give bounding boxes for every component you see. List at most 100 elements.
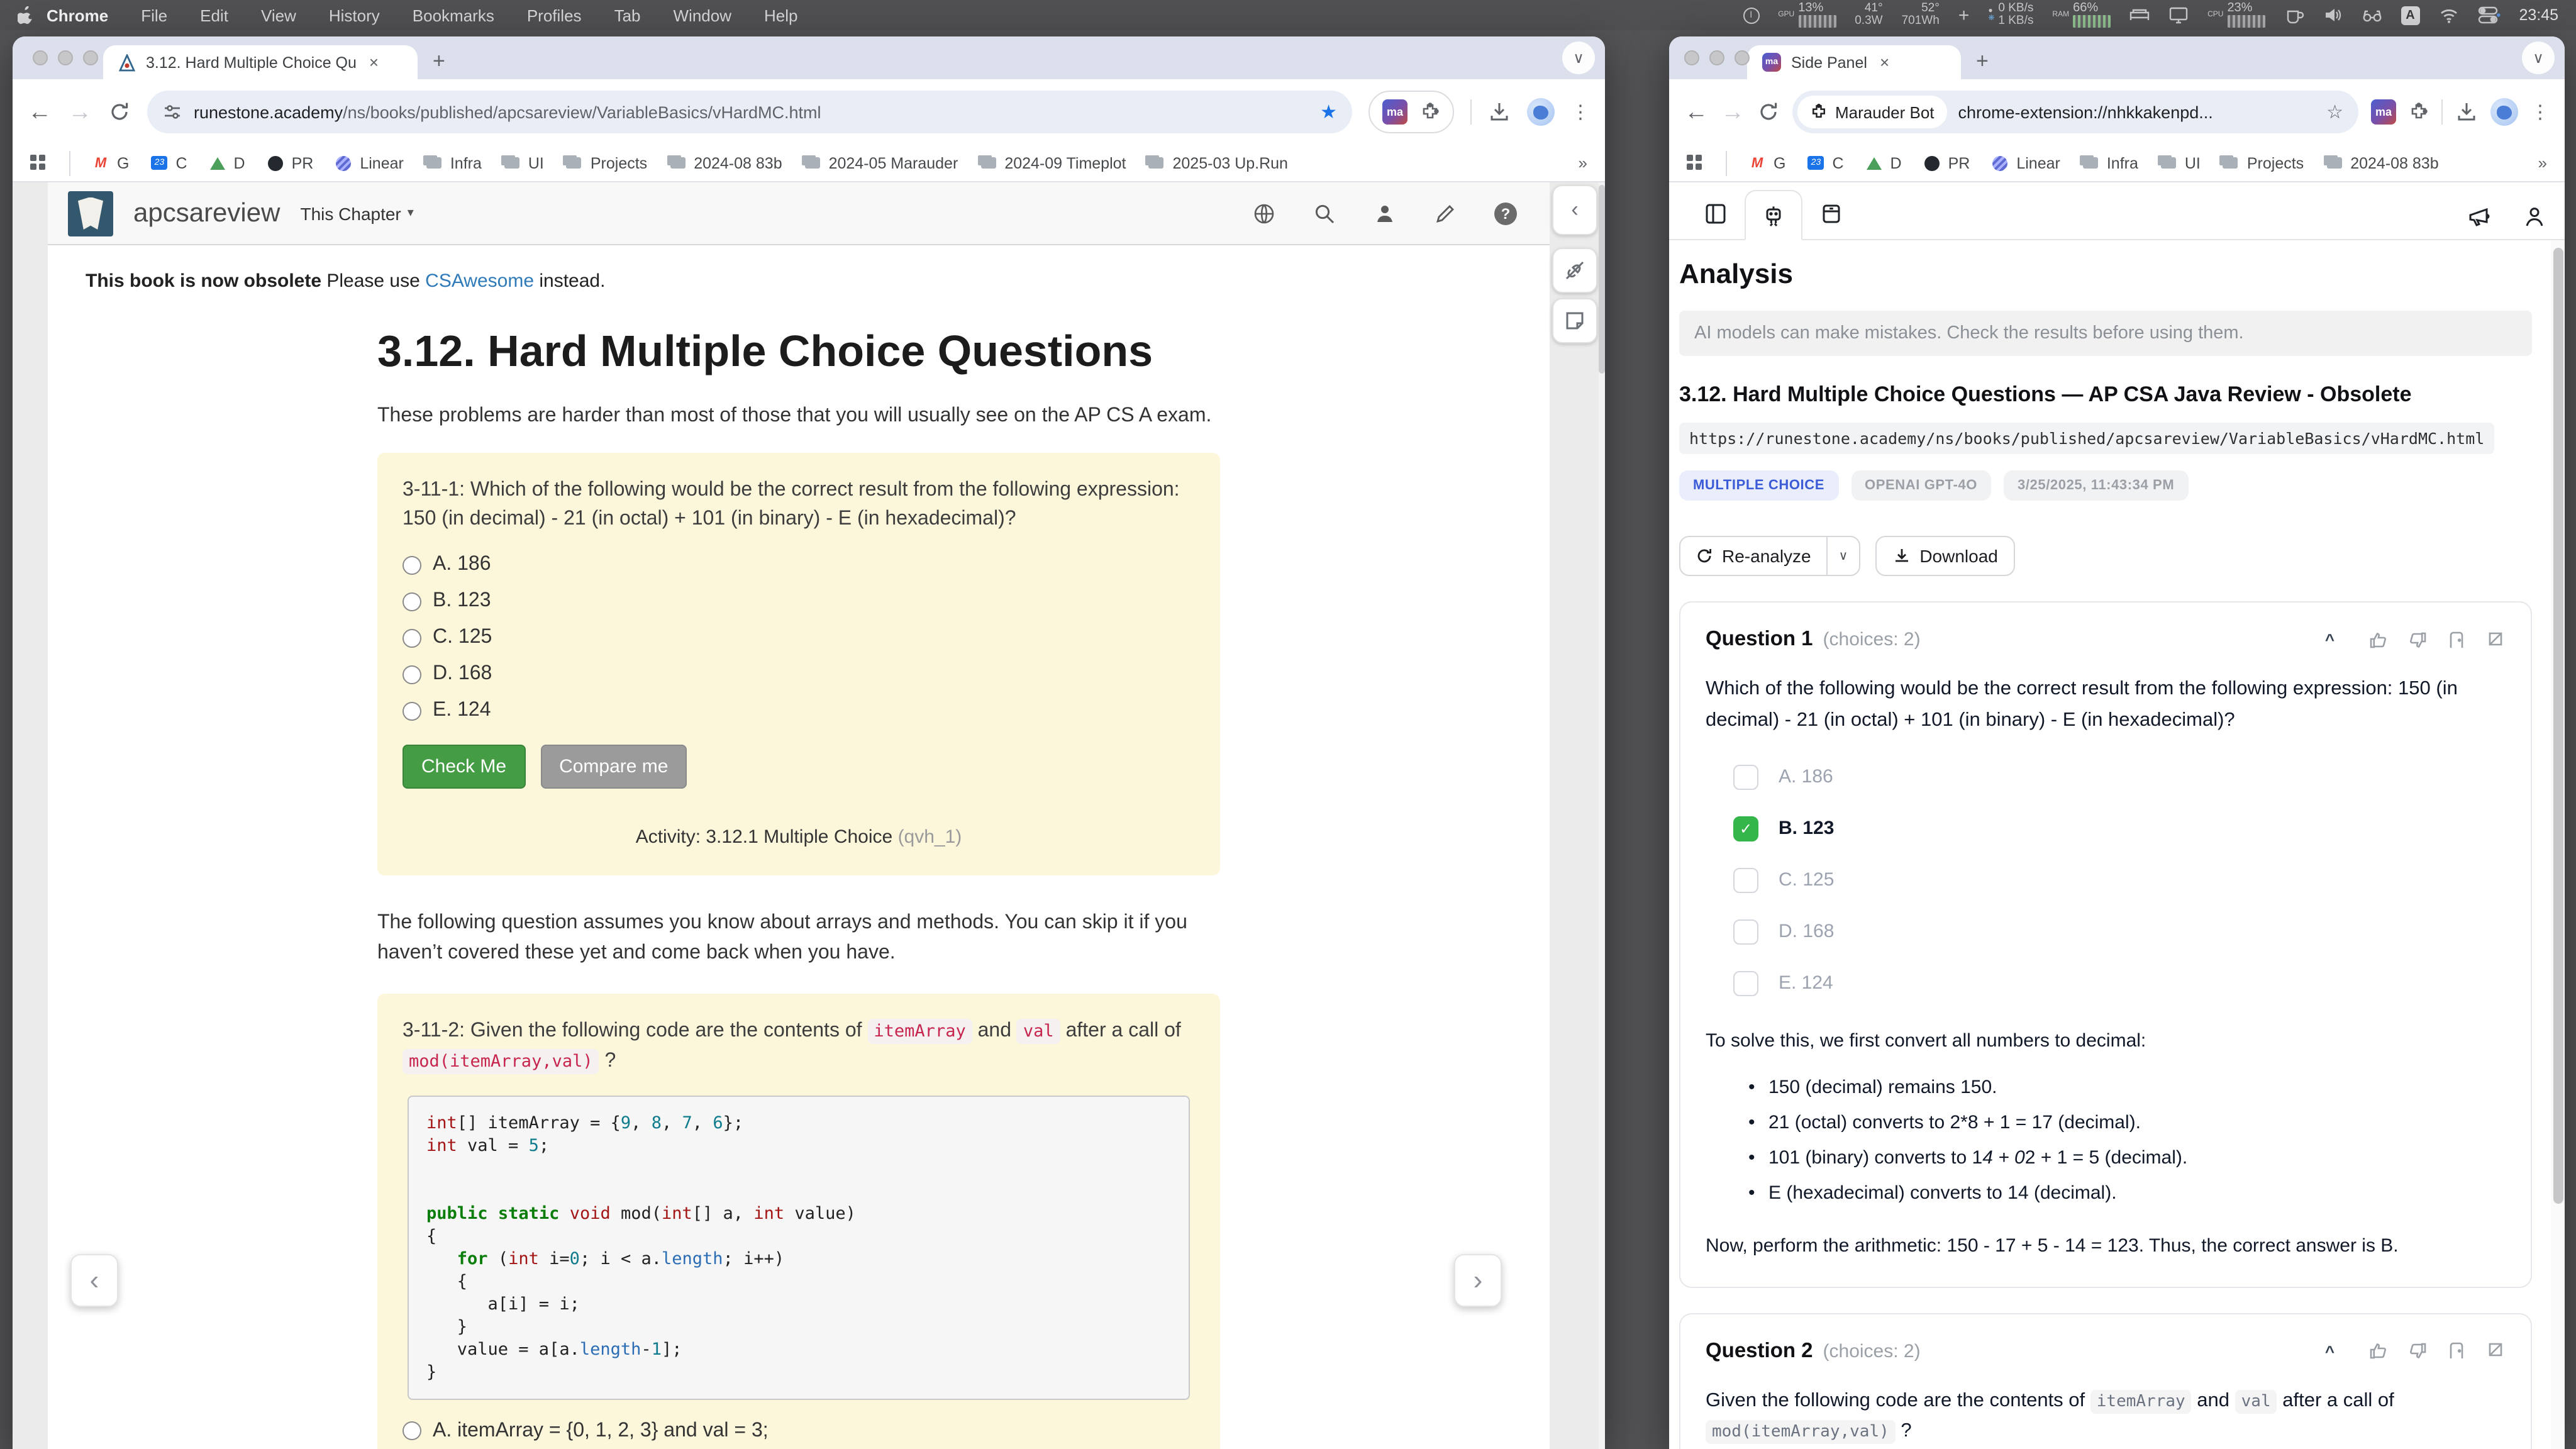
- back-button[interactable]: ←: [28, 100, 52, 124]
- choice-row[interactable]: C. 125: [1733, 867, 2506, 892]
- bookmark-item[interactable]: Projects: [2222, 154, 2304, 172]
- collapse-card-icon[interactable]: ^: [2325, 630, 2334, 649]
- bookmarks-overflow-icon[interactable]: »: [1579, 153, 1587, 172]
- csawesome-link[interactable]: CSAwesome: [425, 270, 534, 292]
- choice-checkbox[interactable]: ✓: [1733, 816, 1758, 841]
- door-icon[interactable]: [2446, 1341, 2467, 1361]
- back-button[interactable]: ←: [1684, 100, 1708, 124]
- bookmark-item[interactable]: PR: [267, 154, 314, 172]
- extensions-puzzle-icon[interactable]: [1420, 102, 1440, 122]
- bookmark-item[interactable]: D: [1865, 154, 1902, 172]
- bookmark-item[interactable]: PR: [1923, 154, 1970, 172]
- address-bar[interactable]: runestone.academy/ns/books/published/apc…: [147, 91, 1352, 133]
- volume-icon[interactable]: [2323, 5, 2343, 25]
- thumbs-up-icon[interactable]: [2368, 1341, 2389, 1361]
- reload-button[interactable]: [1757, 101, 1780, 123]
- display-icon[interactable]: [2168, 5, 2189, 25]
- caffeine-icon[interactable]: [2284, 5, 2304, 25]
- wifi-icon[interactable]: [2438, 5, 2458, 25]
- account-icon[interactable]: [2522, 204, 2547, 229]
- menubar-item[interactable]: History: [329, 6, 380, 25]
- bookmark-item[interactable]: 2024-09 Timeplot: [979, 154, 1126, 172]
- thumbs-up-icon[interactable]: [2368, 630, 2389, 650]
- radio-button[interactable]: [402, 556, 421, 575]
- forward-button[interactable]: →: [68, 100, 92, 124]
- new-tab-button[interactable]: +: [433, 49, 445, 74]
- minimize-window-button[interactable]: [58, 50, 73, 65]
- gpu-status[interactable]: GPU 13%: [1778, 3, 1836, 28]
- menubar-clock[interactable]: 23:45: [2519, 6, 2558, 24]
- tab-hard-multiple-choice[interactable]: 3.12. Hard Multiple Choice Qu ×: [103, 45, 418, 79]
- radio-button[interactable]: [402, 702, 421, 721]
- menubar-item[interactable]: Bookmarks: [413, 6, 494, 25]
- downloads-icon[interactable]: [2455, 101, 2478, 123]
- tab-close-icon[interactable]: ×: [367, 53, 381, 72]
- panel-scrollbar-thumb[interactable]: [2553, 248, 2563, 1204]
- glasses-icon[interactable]: [2362, 5, 2382, 25]
- new-tab-button[interactable]: +: [1976, 49, 1989, 74]
- radio-button[interactable]: [402, 1422, 421, 1441]
- door-icon[interactable]: [2446, 630, 2467, 650]
- downloads-icon[interactable]: [1488, 101, 1511, 123]
- site-brand[interactable]: apcsareview: [133, 198, 280, 228]
- bookmark-item[interactable]: G: [92, 154, 129, 172]
- menubar-item[interactable]: File: [141, 6, 167, 25]
- bookmark-item[interactable]: 2025-03 Up.Run: [1148, 154, 1288, 172]
- zoom-window-button[interactable]: [1735, 50, 1750, 65]
- search-icon[interactable]: [1313, 202, 1336, 225]
- chapter-dropdown[interactable]: This Chapter▾: [300, 203, 413, 223]
- bed-icon[interactable]: [2129, 5, 2150, 25]
- choice-row[interactable]: E. 124: [1733, 970, 2506, 996]
- choice-checkbox[interactable]: [1733, 970, 1758, 996]
- forward-button[interactable]: →: [1721, 100, 1745, 124]
- menubar-item[interactable]: Tab: [614, 6, 641, 25]
- choice-checkbox[interactable]: [1733, 764, 1758, 789]
- network-status[interactable]: ●❋ 0 KB/s1 KB/s: [1988, 2, 2033, 28]
- browser-menu-icon[interactable]: ⋮: [1571, 101, 1590, 123]
- profile-avatar[interactable]: [1527, 98, 1555, 126]
- bookmark-star-icon[interactable]: ★: [1320, 101, 1337, 123]
- radio-button[interactable]: [402, 592, 421, 611]
- menubar-item[interactable]: View: [261, 6, 296, 25]
- panel-tab-archive[interactable]: [1802, 189, 1860, 239]
- reload-button[interactable]: [108, 101, 131, 123]
- megaphone-icon[interactable]: [2467, 204, 2492, 229]
- apps-grid-icon[interactable]: [1687, 154, 1704, 172]
- site-logo[interactable]: [68, 191, 113, 236]
- bookmarks-overflow-icon[interactable]: »: [2538, 153, 2547, 172]
- apps-grid-icon[interactable]: [30, 154, 48, 172]
- choice-checkbox[interactable]: [1733, 867, 1758, 892]
- answer-option[interactable]: D. 168: [402, 663, 1195, 686]
- bookmark-star-icon[interactable]: ☆: [2326, 101, 2343, 123]
- tab-close-icon[interactable]: ×: [1877, 53, 1892, 72]
- thumbs-down-icon[interactable]: [2407, 1341, 2428, 1361]
- pencil-icon[interactable]: [1434, 202, 1457, 225]
- thumbs-down-icon[interactable]: [2407, 630, 2428, 650]
- zoom-window-button[interactable]: [83, 50, 98, 65]
- flag-off-icon[interactable]: [2485, 630, 2506, 650]
- download-button[interactable]: Download: [1875, 536, 2016, 576]
- menubar-item[interactable]: Window: [674, 6, 732, 25]
- tab-side-panel[interactable]: ma Side Panel ×: [1747, 45, 1961, 79]
- choice-row[interactable]: ✓ B. 123: [1733, 816, 2506, 841]
- bookmark-item[interactable]: 2024-05 Marauder: [804, 154, 958, 172]
- extensions-puzzle-icon[interactable]: [2409, 102, 2429, 122]
- address-bar[interactable]: Marauder Bot chrome-extension://nhkkaken…: [1792, 91, 2358, 133]
- reanalyze-dropdown[interactable]: ∨: [1826, 537, 1860, 575]
- previous-page-button[interactable]: ‹: [70, 1254, 118, 1307]
- collapse-card-icon[interactable]: ^: [2325, 1341, 2334, 1360]
- menubar-item[interactable]: Help: [764, 6, 798, 25]
- close-window-button[interactable]: [1684, 50, 1699, 65]
- bookmark-item[interactable]: Infra: [425, 154, 482, 172]
- globe-icon[interactable]: [1253, 202, 1275, 225]
- bookmark-item[interactable]: UI: [503, 154, 544, 172]
- user-icon[interactable]: [1374, 202, 1396, 225]
- choice-row[interactable]: A. 186: [1733, 764, 2506, 789]
- panel-tab-pages[interactable]: [1687, 189, 1745, 239]
- answer-option[interactable]: B. 123: [402, 591, 1195, 613]
- choice-checkbox[interactable]: [1733, 919, 1758, 944]
- panel-tab-analysis[interactable]: [1745, 190, 1802, 240]
- compare-me-button[interactable]: Compare me: [540, 745, 687, 789]
- minimize-window-button[interactable]: [1709, 50, 1724, 65]
- page-scrollbar-thumb[interactable]: [1599, 185, 1605, 374]
